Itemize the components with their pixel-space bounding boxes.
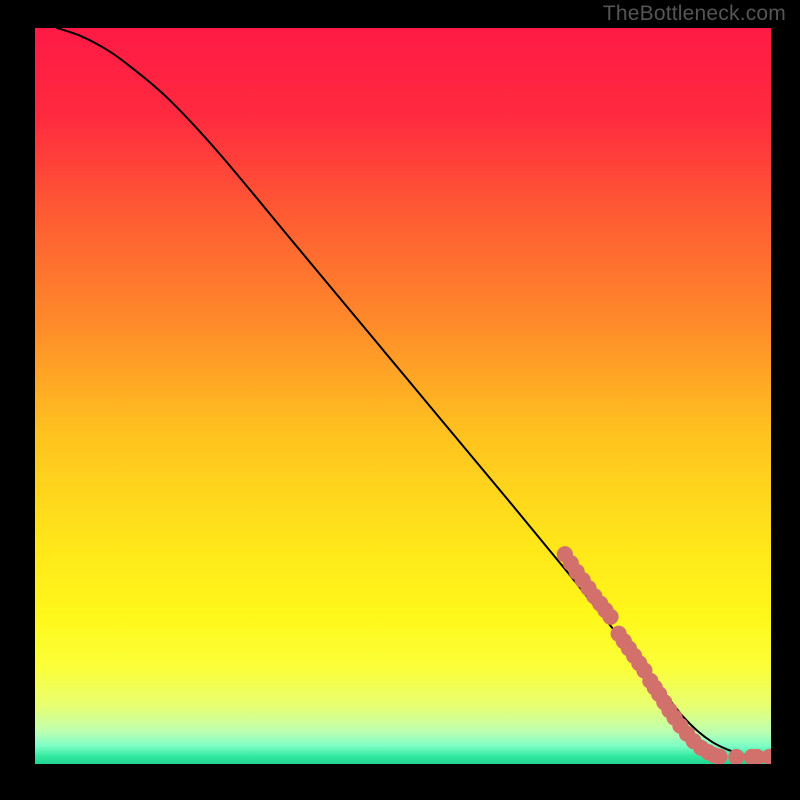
plot-area — [35, 28, 771, 764]
data-marker — [602, 609, 618, 625]
chart-svg — [35, 28, 771, 764]
gradient-background — [35, 28, 771, 764]
chart-frame: TheBottleneck.com — [0, 0, 800, 800]
data-marker — [711, 749, 727, 764]
watermark-text: TheBottleneck.com — [603, 2, 786, 26]
